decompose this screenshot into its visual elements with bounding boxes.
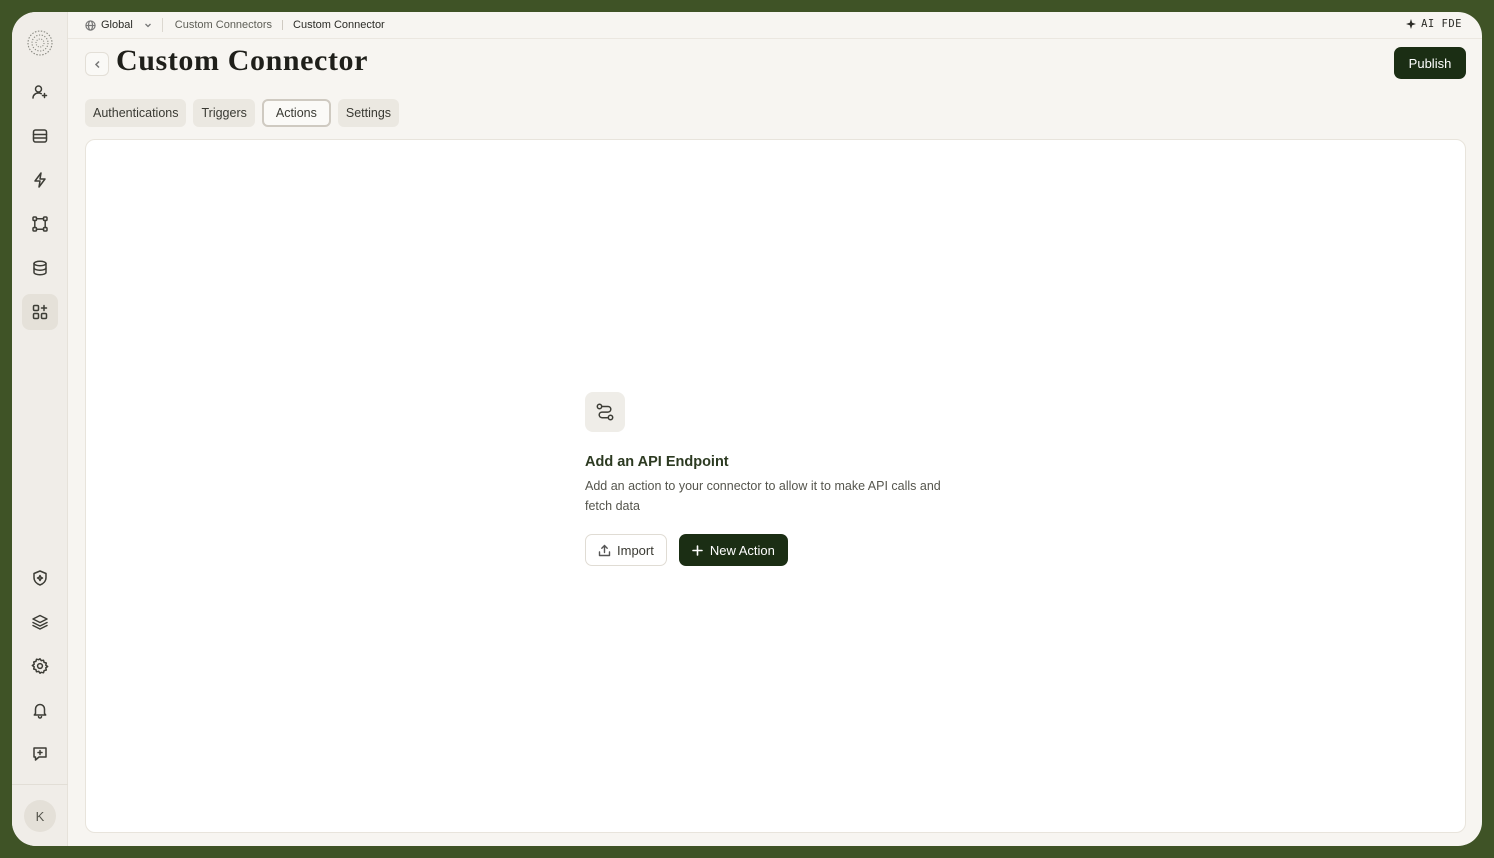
shield-sparkle-icon[interactable]: [22, 560, 58, 596]
tab-bar: Authentications Triggers Actions Setting…: [85, 99, 400, 127]
sidebar-divider: [12, 784, 68, 785]
gear-icon[interactable]: [22, 648, 58, 684]
topbar: Global Custom Connectors Custom Connecto…: [68, 12, 1482, 39]
scope-selector[interactable]: Global: [85, 19, 152, 31]
ai-fde-label: AI FDE: [1421, 18, 1462, 30]
layers-icon[interactable]: [22, 604, 58, 640]
avatar[interactable]: K: [24, 800, 56, 832]
empty-state: Add an API Endpoint Add an action to you…: [585, 392, 965, 566]
tab-settings[interactable]: Settings: [337, 99, 400, 127]
route-icon: [585, 392, 625, 432]
breadcrumb-custom-connectors[interactable]: Custom Connectors: [175, 19, 272, 31]
user-sparkle-icon[interactable]: [22, 74, 58, 110]
new-action-button[interactable]: New Action: [678, 534, 788, 566]
database-icon[interactable]: [22, 250, 58, 286]
publish-button[interactable]: Publish: [1394, 47, 1466, 79]
apps-icon[interactable]: [22, 294, 58, 330]
sidebar: K: [12, 12, 68, 846]
scope-label: Global: [101, 19, 133, 31]
back-button[interactable]: [85, 52, 109, 76]
import-label: Import: [617, 542, 654, 558]
plus-icon: [692, 544, 703, 556]
panel-icon[interactable]: [22, 118, 58, 154]
sparkle-icon: [1406, 19, 1417, 29]
actions-panel: Add an API Endpoint Add an action to you…: [85, 139, 1466, 833]
tab-triggers[interactable]: Triggers: [193, 99, 255, 127]
breadcrumb-current: Custom Connector: [293, 19, 385, 31]
feedback-icon[interactable]: [22, 736, 58, 772]
chevron-down-icon: [144, 23, 151, 28]
empty-state-title: Add an API Endpoint: [585, 454, 729, 470]
upload-icon: [598, 544, 611, 556]
bell-icon[interactable]: [22, 692, 58, 728]
topbar-divider: [161, 18, 163, 32]
page-title: Custom Connector: [116, 44, 369, 77]
import-button[interactable]: Import: [585, 534, 667, 566]
breadcrumb-separator: [282, 20, 284, 30]
logo-icon[interactable]: [25, 28, 55, 58]
chevron-left-icon: [94, 60, 100, 68]
bolt-icon[interactable]: [22, 162, 58, 198]
empty-state-actions: Import New Action: [585, 534, 965, 566]
globe-icon: [85, 19, 96, 31]
empty-state-description: Add an action to your connector to allow…: [585, 479, 941, 513]
tab-actions[interactable]: Actions: [261, 99, 331, 127]
new-action-label: New Action: [709, 542, 775, 558]
app-window: K Global Custom Connectors Custom Connec…: [12, 12, 1482, 846]
workflow-icon[interactable]: [22, 206, 58, 242]
ai-fde-button[interactable]: AI FDE: [1406, 18, 1462, 30]
tab-authentications[interactable]: Authentications: [85, 99, 187, 127]
